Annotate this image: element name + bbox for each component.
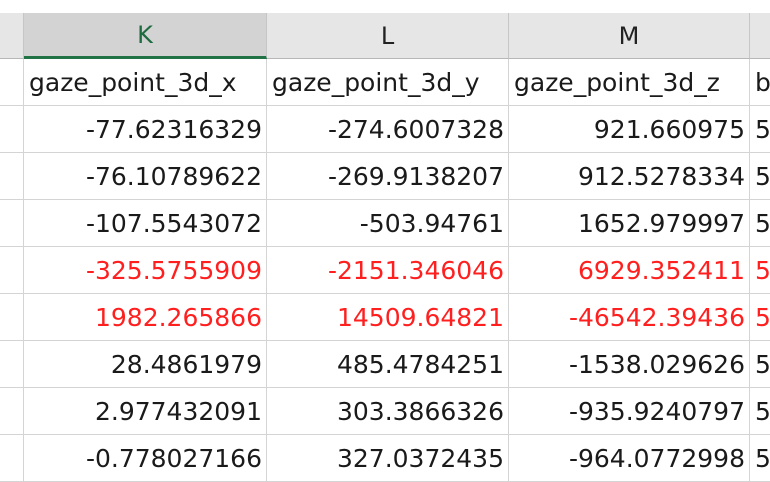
data-cell[interactable]: 1982.265866: [24, 294, 267, 341]
data-cell[interactable]: 303.3866326: [267, 388, 509, 435]
column-letter: M: [618, 21, 640, 50]
data-cell[interactable]: 327.0372435: [267, 435, 509, 482]
data-cell[interactable]: -964.0772998: [509, 435, 750, 482]
data-cell[interactable]: 5: [750, 153, 770, 200]
data-cell[interactable]: -0.778027166: [24, 435, 267, 482]
data-cell[interactable]: 5: [750, 247, 770, 294]
data-cell[interactable]: 2.977432091: [24, 388, 267, 435]
column-header-n[interactable]: [750, 13, 770, 59]
row-header[interactable]: [0, 435, 24, 482]
row-header[interactable]: [0, 153, 24, 200]
data-cell[interactable]: 5: [750, 435, 770, 482]
header-cell[interactable]: gaze_point_3d_y: [267, 59, 509, 106]
row-header[interactable]: [0, 59, 24, 106]
row-header[interactable]: [0, 388, 24, 435]
column-header-m[interactable]: M: [509, 13, 750, 59]
data-cell[interactable]: 14509.64821: [267, 294, 509, 341]
column-header-l[interactable]: L: [267, 13, 509, 59]
row-header[interactable]: [0, 294, 24, 341]
column-header-k[interactable]: K: [24, 13, 267, 59]
row-header[interactable]: [0, 247, 24, 294]
row-header[interactable]: [0, 341, 24, 388]
select-all-corner[interactable]: [0, 13, 24, 59]
data-cell[interactable]: -325.5755909: [24, 247, 267, 294]
header-cell[interactable]: b: [750, 59, 770, 106]
data-cell[interactable]: -46542.39436: [509, 294, 750, 341]
data-cell[interactable]: -269.9138207: [267, 153, 509, 200]
data-cell[interactable]: 6929.352411: [509, 247, 750, 294]
header-cell[interactable]: gaze_point_3d_z: [509, 59, 750, 106]
data-cell[interactable]: -274.6007328: [267, 106, 509, 153]
data-cell[interactable]: -935.9240797: [509, 388, 750, 435]
data-cell[interactable]: 5: [750, 294, 770, 341]
data-cell[interactable]: 921.660975: [509, 106, 750, 153]
row-header[interactable]: [0, 200, 24, 247]
data-cell[interactable]: -503.94761: [267, 200, 509, 247]
top-strip: [0, 0, 770, 13]
row-header[interactable]: [0, 106, 24, 153]
data-cell[interactable]: 1652.979997: [509, 200, 750, 247]
data-cell[interactable]: -76.10789622: [24, 153, 267, 200]
data-cell[interactable]: -1538.029626: [509, 341, 750, 388]
column-letter: L: [380, 21, 395, 50]
data-cell[interactable]: 485.4784251: [267, 341, 509, 388]
data-cell[interactable]: -2151.346046: [267, 247, 509, 294]
header-cell[interactable]: gaze_point_3d_x: [24, 59, 267, 106]
data-cell[interactable]: -77.62316329: [24, 106, 267, 153]
data-cell[interactable]: 912.5278334: [509, 153, 750, 200]
data-cell[interactable]: 5: [750, 106, 770, 153]
data-cell[interactable]: 5: [750, 200, 770, 247]
data-cell[interactable]: -107.5543072: [24, 200, 267, 247]
column-letter: K: [137, 20, 153, 49]
data-cell[interactable]: 28.4861979: [24, 341, 267, 388]
data-cell[interactable]: 5: [750, 388, 770, 435]
data-cell[interactable]: 5: [750, 341, 770, 388]
